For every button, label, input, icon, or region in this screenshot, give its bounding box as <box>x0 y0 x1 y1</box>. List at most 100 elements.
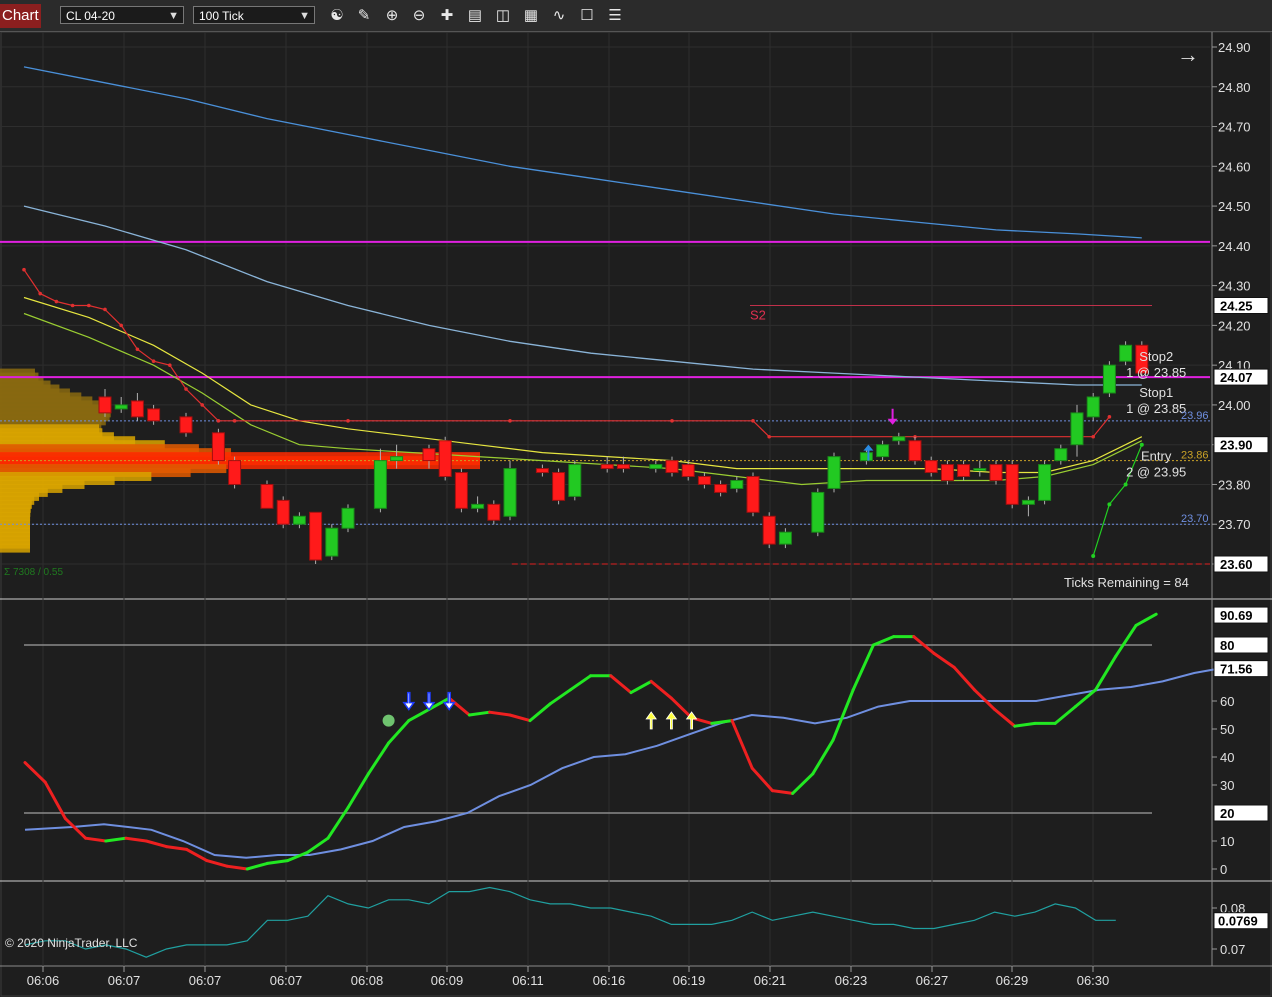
menu-list-icon[interactable]: ☰ <box>604 5 626 27</box>
candle-down <box>616 464 630 470</box>
x-tick-label: 06:06 <box>27 973 60 988</box>
candle-down <box>940 464 954 481</box>
candle-up <box>778 531 792 545</box>
down-arrow-icon <box>402 691 416 711</box>
candle-down <box>98 396 112 414</box>
chart-tab[interactable]: Chart <box>0 4 41 28</box>
candle-up <box>390 456 404 462</box>
trade-annotation: 1 @ 23.85 <box>1126 401 1186 416</box>
chevron-down-icon: ▼ <box>168 10 179 22</box>
stop-trail-dot <box>103 307 107 312</box>
zoom-out-icon[interactable]: ⊖ <box>408 5 430 27</box>
candle-up <box>730 479 744 489</box>
green-stop-dot <box>1139 442 1144 447</box>
candle-down <box>665 460 679 474</box>
bar-type-icon[interactable]: ☯ <box>326 5 348 27</box>
stoch-k-segment <box>225 864 249 871</box>
stoch-k-segment <box>346 772 370 809</box>
stop-trail-dot <box>216 419 221 423</box>
y-tick-label: 24.50 <box>1218 199 1251 214</box>
x-tick-label: 06:07 <box>108 973 141 988</box>
candle-down <box>276 499 290 525</box>
stoch-k-segment <box>831 688 855 742</box>
interval-select[interactable]: 100 Tick ▼ <box>193 6 315 24</box>
y-tick-label: 24.00 <box>1218 398 1251 413</box>
candle-down <box>535 468 549 474</box>
price-axis-label: 24.25 <box>1220 299 1253 314</box>
stoch-k-segment <box>932 651 956 669</box>
y-tick-label: 23.70 <box>1218 517 1251 532</box>
properties-icon[interactable]: ◫ <box>492 5 514 27</box>
x-tick-label: 06:07 <box>270 973 303 988</box>
candle-down <box>1005 464 1019 505</box>
stoch-k-segment <box>568 674 593 692</box>
price-axis-label: 71.56 <box>1220 662 1253 677</box>
stoch-k-segment <box>23 761 47 784</box>
chart-canvas[interactable]: 06:06 06:07 06:07 06:07 06:08 06:09 06:11 06:16… <box>0 32 1272 997</box>
stoch-k-segment <box>649 679 673 700</box>
stoch-k-segment <box>1013 721 1037 728</box>
candle-down <box>681 464 695 478</box>
stoch-k-segment <box>124 836 148 843</box>
price-axis-label: 23.90 <box>1220 438 1253 453</box>
candle-up <box>1021 499 1035 505</box>
candle-up <box>649 464 663 470</box>
chart-toolbar: Chart CL 04-20 ▼ 100 Tick ▼ ☯ ✎ ⊕ ⊖ ✚ ▤ … <box>0 0 1272 32</box>
draw-pencil-icon[interactable]: ✎ <box>353 5 375 27</box>
candle-down <box>228 460 242 485</box>
y-tick-label: 0 <box>1220 862 1227 877</box>
candle-down <box>552 472 566 501</box>
candle-up <box>859 452 873 462</box>
price-axis-label: 0.0769 <box>1218 914 1258 929</box>
data-box-icon[interactable]: ▤ <box>464 5 486 27</box>
price-level-tag: 23.96 <box>1181 410 1209 422</box>
s2-label: S2 <box>750 308 766 323</box>
y-tick-label: 24.90 <box>1218 40 1251 55</box>
candle-down <box>147 408 161 422</box>
copyright: © 2020 NinjaTrader, LLC <box>5 936 138 950</box>
candle-down <box>309 511 323 561</box>
x-tick-label: 06:07 <box>189 973 222 988</box>
crosshair-icon[interactable]: ✚ <box>436 5 458 27</box>
y-tick-label: 24.80 <box>1218 80 1251 95</box>
x-tick-label: 06:30 <box>1077 973 1110 988</box>
x-tick-label: 06:09 <box>431 973 464 988</box>
x-tick-label: 06:08 <box>351 973 384 988</box>
indicators-icon[interactable]: ▦ <box>520 5 542 27</box>
stoch-k-segment <box>467 710 492 717</box>
candle-up <box>503 468 517 517</box>
y-tick-label: 24.30 <box>1218 279 1251 294</box>
stoch-k-segment <box>63 817 88 840</box>
trade-annotation: Entry <box>1141 449 1172 464</box>
y-tick-label: 24.40 <box>1218 239 1251 254</box>
scroll-right-arrow-icon[interactable]: → <box>1177 42 1199 68</box>
templates-icon[interactable]: ☐ <box>576 5 598 27</box>
stoch-k-segment <box>1053 705 1077 725</box>
candle-down <box>454 472 468 509</box>
stoch-k-segment <box>791 772 815 795</box>
price-axis-label: 20 <box>1220 806 1234 821</box>
zoom-in-icon[interactable]: ⊕ <box>381 5 403 27</box>
stoch-k-segment <box>205 859 229 868</box>
candle-up <box>1070 412 1084 446</box>
price-level-tag: 23.70 <box>1181 513 1209 525</box>
strategies-icon[interactable]: ∿ <box>548 5 570 27</box>
stoch-k-segment <box>245 861 269 871</box>
exit-arrow-icon <box>887 408 898 425</box>
candle-up <box>1119 344 1133 362</box>
stop-trail-dot <box>232 419 237 423</box>
stop-trail-dot <box>135 347 140 352</box>
green-stop-dot <box>1107 502 1112 507</box>
candle-up <box>292 515 306 525</box>
instrument-select[interactable]: CL 04-20 ▼ <box>60 6 184 24</box>
candle-up <box>892 436 906 442</box>
price-level-tag: 23.86 <box>1181 450 1209 462</box>
trade-annotation: 1 @ 23.85 <box>1126 365 1186 380</box>
stop-trail-dot <box>1091 434 1095 439</box>
candle-up <box>471 503 485 509</box>
price-axis-label: 90.69 <box>1220 608 1253 623</box>
stoch-k-segment <box>1114 623 1138 658</box>
stop-trail-dot <box>119 323 123 328</box>
stop-trail-dot <box>70 303 75 308</box>
stoch-k-segment <box>1134 612 1158 627</box>
